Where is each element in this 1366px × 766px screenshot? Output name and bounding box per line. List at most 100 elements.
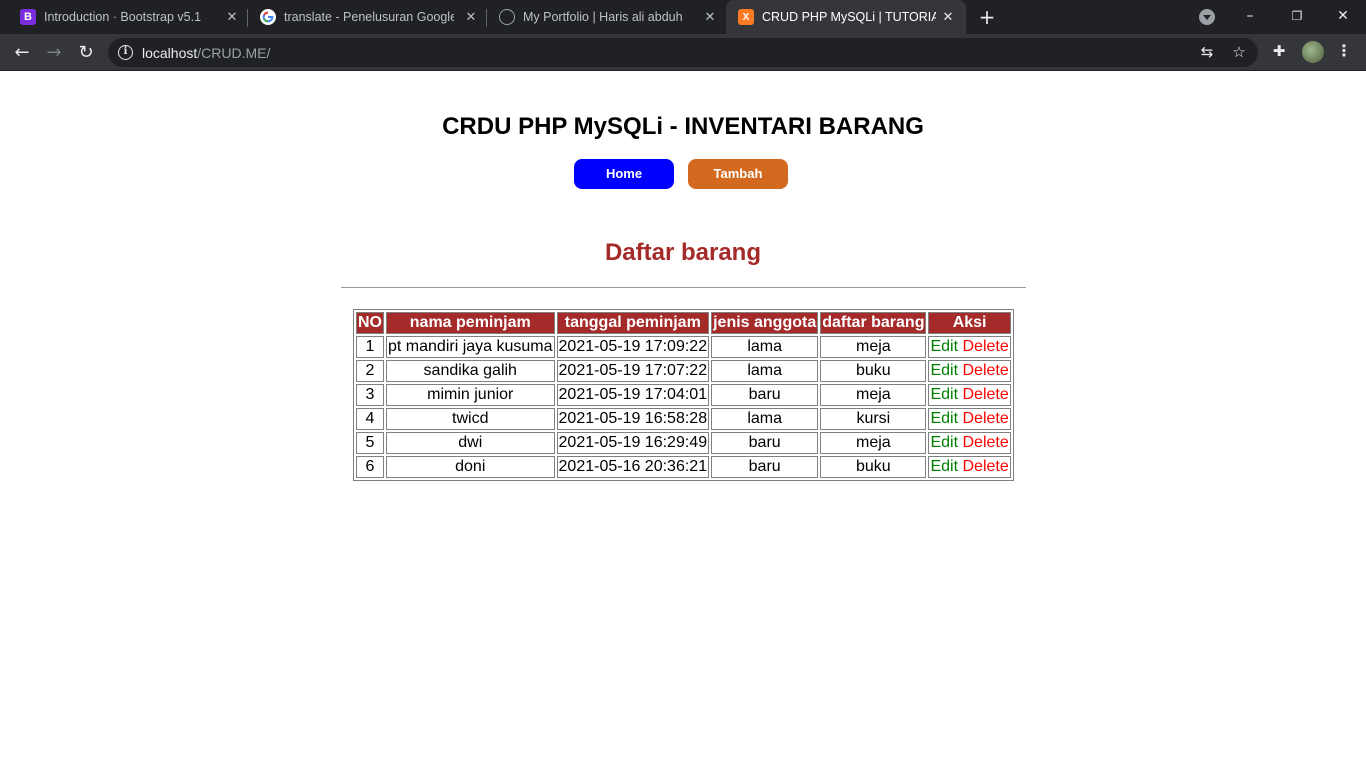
- close-icon[interactable]: ✕: [462, 8, 480, 26]
- tab-title: translate - Penelusuran Google: [284, 10, 454, 24]
- delete-link[interactable]: Delete: [963, 338, 1009, 355]
- column-header-aksi: Aksi: [928, 312, 1011, 334]
- page-content: CRDU PHP MySQLi - INVENTARI BARANG Home …: [0, 71, 1366, 766]
- cell-tanggal: 2021-05-19 16:58:28: [556, 408, 710, 430]
- table-row: 2 sandika galih 2021-05-19 17:07:22 lama…: [356, 360, 1011, 382]
- tab-title: My Portfolio | Haris ali abduh: [523, 10, 683, 24]
- delete-link[interactable]: Delete: [963, 410, 1009, 427]
- tambah-button[interactable]: Tambah: [688, 159, 788, 189]
- bookmark-star-icon[interactable]: ☆: [1230, 43, 1248, 61]
- table-row: 1 pt mandiri jaya kusuma 2021-05-19 17:0…: [356, 336, 1011, 358]
- table-row: 6 doni 2021-05-16 20:36:21 baru buku Edi…: [356, 456, 1011, 478]
- address-url[interactable]: localhost/CRUD.ME/: [142, 45, 270, 61]
- address-bar[interactable]: i localhost/CRUD.ME/ ⇆ ☆: [108, 38, 1258, 67]
- tab-bootstrap[interactable]: B Introduction · Bootstrap v5.1 ✕: [8, 0, 248, 34]
- column-header-barang: daftar barang: [820, 312, 927, 334]
- cell-jenis: baru: [711, 456, 819, 478]
- column-header-nama: nama peminjam: [386, 312, 555, 334]
- cell-aksi: Edit Delete: [928, 336, 1011, 358]
- table-header-row: NO nama peminjam tanggal peminjam jenis …: [356, 312, 1011, 334]
- cell-nama: pt mandiri jaya kusuma: [386, 336, 555, 358]
- cell-nama: twicd: [386, 408, 555, 430]
- tab-title: Introduction · Bootstrap v5.1: [44, 10, 202, 24]
- edit-link[interactable]: Edit: [930, 386, 958, 403]
- column-header-jenis: jenis anggota: [711, 312, 819, 334]
- table-row: 4 twicd 2021-05-19 16:58:28 lama kursi E…: [356, 408, 1011, 430]
- url-host: localhost: [142, 45, 198, 61]
- cell-jenis: baru: [711, 432, 819, 454]
- site-info-icon[interactable]: i: [118, 45, 133, 60]
- divider: [341, 287, 1026, 288]
- window-close-icon[interactable]: ✕: [1333, 6, 1353, 26]
- column-header-no: NO: [356, 312, 384, 334]
- cell-barang: meja: [820, 384, 927, 406]
- cell-nama: doni: [386, 456, 555, 478]
- cell-nama: sandika galih: [386, 360, 555, 382]
- close-icon[interactable]: ✕: [223, 8, 241, 26]
- back-icon[interactable]: ←: [10, 41, 34, 65]
- delete-link[interactable]: Delete: [963, 458, 1009, 475]
- tab-google[interactable]: translate - Penelusuran Google ✕: [248, 0, 487, 34]
- cell-aksi: Edit Delete: [928, 384, 1011, 406]
- browser-toolbar: ← → ↻ i localhost/CRUD.ME/ ⇆ ☆: [0, 34, 1366, 71]
- bootstrap-icon: B: [20, 9, 36, 25]
- globe-icon: [499, 9, 515, 25]
- cell-aksi: Edit Delete: [928, 456, 1011, 478]
- cell-nama: dwi: [386, 432, 555, 454]
- reload-icon[interactable]: ↻: [74, 41, 98, 65]
- extensions-icon[interactable]: ✚: [1270, 42, 1288, 60]
- cell-jenis: lama: [711, 360, 819, 382]
- cell-barang: kursi: [820, 408, 927, 430]
- delete-link[interactable]: Delete: [963, 434, 1009, 451]
- cell-jenis: baru: [711, 384, 819, 406]
- url-path: /CRUD.ME/: [197, 45, 271, 61]
- page-title: CRDU PHP MySQLi - INVENTARI BARANG: [442, 113, 924, 140]
- kebab-menu-icon[interactable]: ⋮: [1336, 41, 1352, 63]
- cell-tanggal: 2021-05-19 17:09:22: [556, 336, 710, 358]
- tab-crud-active[interactable]: X CRUD PHP MySQLi | TUTORIALW ✕: [726, 0, 966, 34]
- cell-tanggal: 2021-05-19 17:04:01: [556, 384, 710, 406]
- edit-link[interactable]: Edit: [930, 338, 958, 355]
- cell-no: 1: [356, 336, 384, 358]
- cell-tanggal: 2021-05-19 16:29:49: [556, 432, 710, 454]
- xampp-icon: X: [738, 9, 754, 25]
- delete-link[interactable]: Delete: [963, 386, 1009, 403]
- cell-aksi: Edit Delete: [928, 360, 1011, 382]
- table-row: 3 mimin junior 2021-05-19 17:04:01 baru …: [356, 384, 1011, 406]
- minimize-icon[interactable]: –: [1240, 6, 1260, 26]
- cell-nama: mimin junior: [386, 384, 555, 406]
- cell-tanggal: 2021-05-19 17:07:22: [556, 360, 710, 382]
- cell-no: 4: [356, 408, 384, 430]
- home-button[interactable]: Home: [574, 159, 674, 189]
- profile-avatar[interactable]: [1302, 41, 1324, 63]
- cell-jenis: lama: [711, 408, 819, 430]
- tab-title: CRUD PHP MySQLi | TUTORIALW: [762, 10, 936, 24]
- edit-link[interactable]: Edit: [930, 362, 958, 379]
- section-title: Daftar barang: [604, 239, 762, 266]
- cell-no: 3: [356, 384, 384, 406]
- cell-barang: buku: [820, 456, 927, 478]
- tab-portfolio[interactable]: My Portfolio | Haris ali abduh ✕: [487, 0, 726, 34]
- cell-jenis: lama: [711, 336, 819, 358]
- edit-link[interactable]: Edit: [930, 458, 958, 475]
- cell-aksi: Edit Delete: [928, 432, 1011, 454]
- cell-no: 5: [356, 432, 384, 454]
- edit-link[interactable]: Edit: [930, 410, 958, 427]
- tab-search-icon[interactable]: [1199, 9, 1215, 25]
- cell-barang: meja: [820, 432, 927, 454]
- table-row: 5 dwi 2021-05-19 16:29:49 baru meja Edit…: [356, 432, 1011, 454]
- cell-tanggal: 2021-05-16 20:36:21: [556, 456, 710, 478]
- delete-link[interactable]: Delete: [963, 362, 1009, 379]
- forward-icon[interactable]: →: [42, 41, 66, 65]
- cell-no: 2: [356, 360, 384, 382]
- close-icon[interactable]: ✕: [701, 8, 719, 26]
- inventory-table: NO nama peminjam tanggal peminjam jenis …: [353, 309, 1014, 481]
- edit-link[interactable]: Edit: [930, 434, 958, 451]
- cell-barang: buku: [820, 360, 927, 382]
- restore-icon[interactable]: ❐: [1287, 6, 1307, 26]
- cell-no: 6: [356, 456, 384, 478]
- google-icon: [260, 9, 276, 25]
- new-tab-button[interactable]: +: [976, 7, 998, 29]
- translate-icon[interactable]: ⇆: [1198, 43, 1216, 61]
- close-icon[interactable]: ✕: [939, 8, 957, 26]
